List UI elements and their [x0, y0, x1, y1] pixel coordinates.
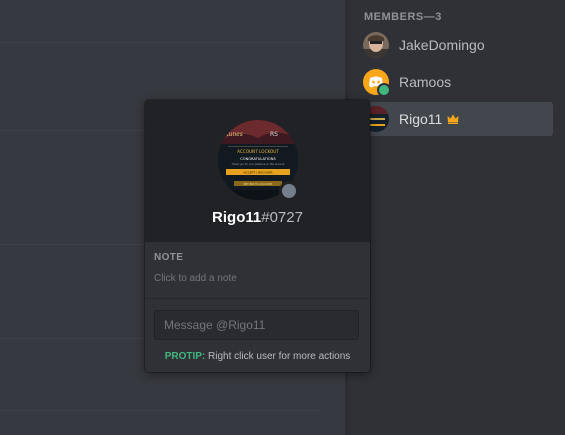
username: Rigo11 — [212, 209, 262, 226]
avatar — [363, 32, 389, 58]
member-name: Ramoos — [399, 74, 452, 90]
online-status-icon — [377, 83, 391, 97]
avatar-text: ACCOUNT LOCKOUT — [237, 149, 279, 154]
svg-text:Runes: Runes — [223, 131, 243, 138]
note-input[interactable]: Click to add a note — [154, 273, 237, 284]
crown-icon — [447, 114, 459, 124]
popout-header: Runes RS ACCOUNT LOCKOUT CONGRATULATIONS… — [145, 100, 370, 242]
member-item-jakedomingo[interactable]: JakeDomingo — [357, 28, 553, 62]
members-header: MEMBERS—3 — [364, 11, 442, 23]
protip-label: PROTIP: — [164, 351, 206, 362]
user-popout: Runes RS ACCOUNT LOCKOUT CONGRATULATIONS… — [145, 100, 370, 372]
member-name: JakeDomingo — [399, 37, 485, 53]
offline-status-icon — [279, 181, 299, 201]
avatar-text: Thank you for your patience on this acco… — [232, 163, 285, 166]
profile-username: Rigo11#0727 — [145, 209, 370, 226]
note-label: NOTE — [154, 252, 184, 263]
member-item-rigo11[interactable]: Rigo11 — [357, 102, 553, 136]
member-item-ramoos[interactable]: Ramoos — [357, 65, 553, 99]
message-input[interactable]: Message @Rigo11 — [154, 310, 359, 340]
discriminator: #0727 — [261, 209, 303, 226]
avatar-text: RETURN TO ACCOUNT — [244, 182, 273, 186]
avatar — [363, 69, 391, 97]
avatar-text: ACCEPT / RECOVER — [243, 171, 272, 175]
chat-divider — [0, 42, 320, 43]
chat-divider — [0, 410, 320, 411]
divider — [145, 298, 370, 299]
protip-text: Right click user for more actions — [208, 351, 351, 362]
protip: PROTIP: Right click user for more action… — [145, 351, 370, 362]
member-name: Rigo11 — [399, 111, 443, 127]
svg-text:RS: RS — [270, 131, 278, 138]
avatar-text: CONGRATULATIONS — [240, 157, 276, 161]
member-list: MEMBERS—3 JakeDomingo Ramoos Rigo11 — [349, 0, 565, 435]
photo-avatar-icon — [363, 32, 389, 58]
